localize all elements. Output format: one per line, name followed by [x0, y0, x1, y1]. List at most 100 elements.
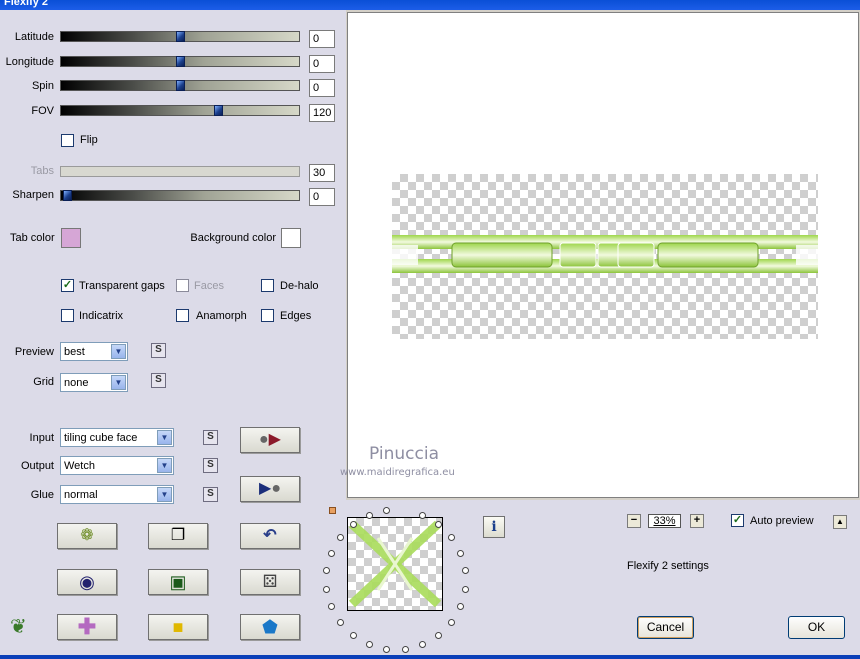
preview-select[interactable]: best ▼: [60, 342, 128, 361]
latitude-slider-thumb[interactable]: [176, 31, 185, 42]
tabs-label: Tabs: [30, 165, 54, 177]
preview-s-button[interactable]: S: [151, 343, 166, 358]
orientation-marker[interactable]: [329, 507, 336, 514]
sharpen-label: Sharpen: [12, 189, 54, 201]
taskbar-edge: [0, 655, 860, 659]
spin-slider[interactable]: [60, 80, 300, 91]
output-s-button[interactable]: S: [203, 458, 218, 473]
anamorph-label: Anamorph: [196, 310, 247, 322]
orientation-dot[interactable]: [323, 585, 331, 593]
chevron-up-icon: ▲: [836, 517, 844, 526]
transparent-gaps-checkbox[interactable]: ✓: [61, 279, 74, 292]
indicatrix-label: Indicatrix: [79, 310, 124, 322]
copy-button[interactable]: ❐: [148, 523, 208, 549]
chevron-down-icon[interactable]: ▼: [111, 344, 126, 359]
input-select-value: tiling cube face: [64, 432, 138, 444]
grid-s-button[interactable]: S: [151, 373, 166, 388]
auto-preview-label: Auto preview: [750, 515, 814, 527]
orientation-dot[interactable]: [401, 645, 409, 653]
de-halo-checkbox[interactable]: [261, 279, 274, 292]
orientation-dot[interactable]: [457, 549, 465, 557]
zoom-in-button[interactable]: +: [690, 514, 704, 528]
tab-color-swatch[interactable]: [61, 228, 81, 248]
edges-label: Edges: [280, 310, 312, 322]
sharpen-slider[interactable]: [60, 190, 300, 201]
randomize-button[interactable]: ❁: [57, 523, 117, 549]
edges-checkbox[interactable]: [261, 309, 274, 322]
longitude-value[interactable]: 0: [309, 55, 335, 73]
auto-preview-checkbox[interactable]: ✓: [731, 514, 744, 527]
plus-cross-icon: ✚: [77, 614, 97, 639]
orientation-dot[interactable]: [448, 533, 456, 541]
gear-ball-icon: ❁: [80, 527, 94, 544]
square-frame-icon: ▣: [169, 572, 187, 592]
cube-button[interactable]: ■: [148, 614, 208, 640]
anamorph-checkbox[interactable]: [176, 309, 189, 322]
glue-select[interactable]: normal ▼: [60, 485, 174, 504]
title-bar[interactable]: Flexify 2: [0, 0, 860, 10]
flip-checkbox[interactable]: [61, 134, 74, 147]
output-select-value: Wetch: [64, 460, 95, 472]
thumbnail-x-graphic: [348, 520, 442, 608]
grid-select[interactable]: none ▼: [60, 373, 128, 392]
longitude-slider-thumb[interactable]: [176, 56, 185, 67]
window-title: Flexify 2: [4, 0, 49, 8]
undo-button[interactable]: ↶: [240, 523, 300, 549]
orientation-dot[interactable]: [461, 585, 469, 593]
longitude-slider[interactable]: [60, 56, 300, 67]
input-s-button[interactable]: S: [203, 430, 218, 445]
spin-value[interactable]: 0: [309, 79, 335, 97]
orientation-dot[interactable]: [327, 549, 335, 557]
orientation-dot[interactable]: [365, 641, 373, 649]
chevron-down-icon[interactable]: ▼: [157, 487, 172, 502]
ok-button[interactable]: OK: [788, 616, 845, 639]
info-button[interactable]: i: [483, 516, 505, 538]
fov-slider-thumb[interactable]: [214, 105, 223, 116]
sharpen-slider-thumb[interactable]: [63, 190, 72, 201]
play-output-button[interactable]: ▶●: [240, 476, 300, 502]
watermark-name: Pinuccia: [369, 444, 439, 464]
zoom-out-button[interactable]: −: [627, 514, 641, 528]
thumbnail-preview[interactable]: [347, 517, 443, 611]
latitude-value[interactable]: 0: [309, 30, 335, 48]
gem-button[interactable]: ⬟: [240, 614, 300, 640]
pentagon-gem-icon: ⬟: [262, 617, 278, 637]
orientation-dot[interactable]: [435, 520, 443, 528]
chevron-down-icon[interactable]: ▼: [157, 430, 172, 445]
orientation-dot[interactable]: [336, 619, 344, 627]
background-color-swatch[interactable]: [281, 228, 301, 248]
orientation-dot[interactable]: [349, 520, 357, 528]
orientation-dot[interactable]: [336, 533, 344, 541]
glue-s-button[interactable]: S: [203, 487, 218, 502]
cancel-button[interactable]: Cancel: [637, 616, 694, 639]
indicatrix-checkbox[interactable]: [61, 309, 74, 322]
de-halo-label: De-halo: [280, 280, 319, 292]
background-color-label: Background color: [190, 232, 276, 244]
input-select[interactable]: tiling cube face ▼: [60, 428, 174, 447]
play-input-button[interactable]: ●▶: [240, 427, 300, 453]
orientation-dot[interactable]: [365, 511, 373, 519]
fov-slider[interactable]: [60, 105, 300, 116]
collapse-button[interactable]: ▲: [833, 515, 847, 529]
main-preview[interactable]: Pinuccia www.maidiregrafica.eu: [340, 12, 859, 498]
frame-button[interactable]: ▣: [148, 569, 208, 595]
transparent-gaps-label: Transparent gaps: [79, 280, 165, 292]
sharpen-value[interactable]: 0: [309, 188, 335, 206]
random-dice-button[interactable]: ⚄: [240, 569, 300, 595]
watermark-url: www.maidiregrafica.eu: [340, 467, 455, 478]
spin-slider-thumb[interactable]: [176, 80, 185, 91]
play-disc-icon: ▶●: [259, 480, 281, 497]
ring-button[interactable]: ◉: [57, 569, 117, 595]
chevron-down-icon[interactable]: ▼: [111, 375, 126, 390]
orientation-dot[interactable]: [349, 632, 357, 640]
plus-button[interactable]: ✚: [57, 614, 117, 640]
settings-text: Flexify 2 settings: [627, 560, 709, 572]
latitude-slider[interactable]: [60, 31, 300, 42]
grid-label: Grid: [33, 376, 54, 388]
output-select[interactable]: Wetch ▼: [60, 456, 174, 475]
fov-value[interactable]: 120: [309, 104, 335, 122]
preview-label: Preview: [14, 346, 54, 358]
chevron-down-icon[interactable]: ▼: [157, 458, 172, 473]
input-label: Input: [29, 432, 54, 444]
zoom-level[interactable]: 33%: [648, 514, 681, 528]
